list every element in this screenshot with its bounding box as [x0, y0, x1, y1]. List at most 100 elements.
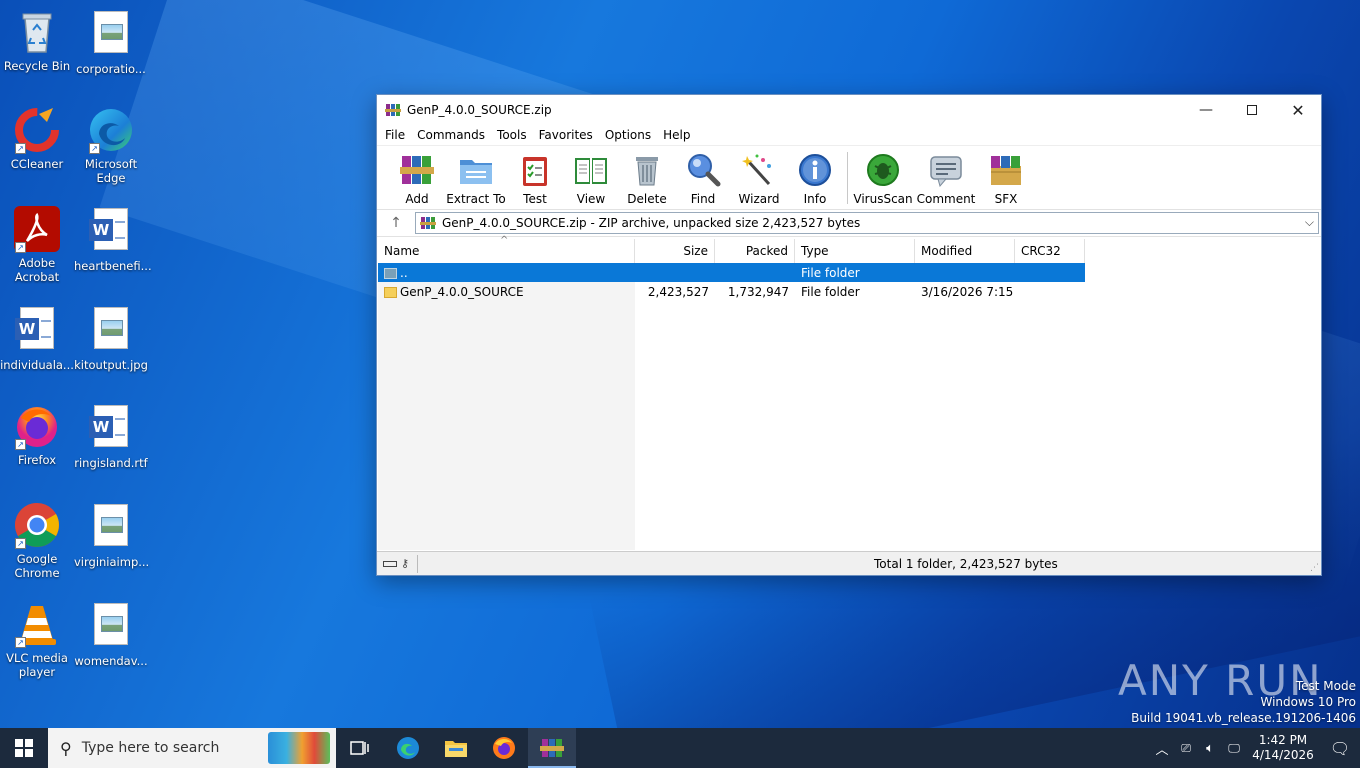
desktop-icon-vlc[interactable]: ↗ VLC media player: [0, 600, 74, 679]
show-hidden-icons-chevron-icon[interactable]: ︿: [1150, 739, 1174, 758]
menu-options[interactable]: Options: [599, 128, 657, 142]
minimize-icon: —: [1199, 102, 1213, 118]
shortcut-arrow-icon: ↗: [15, 538, 26, 549]
column-header-packed[interactable]: Packed: [715, 239, 795, 263]
archive-path-dropdown[interactable]: GenP_4.0.0_SOURCE.zip - ZIP archive, unp…: [415, 212, 1319, 234]
firefox-icon: ↗: [13, 402, 61, 450]
desktop-icon-ccleaner[interactable]: ↗ CCleaner: [0, 106, 74, 171]
find-button[interactable]: Find: [675, 146, 731, 206]
winrar-archive-icon: [420, 216, 436, 230]
parent-folder-icon: [384, 267, 397, 279]
taskbar-firefox[interactable]: [480, 728, 528, 768]
row-modified: 3/16/2026 7:15 ...: [921, 284, 1015, 299]
drive-icon: [383, 560, 397, 567]
desktop-icon-firefox[interactable]: ↗ Firefox: [0, 402, 74, 467]
taskbar-edge[interactable]: [384, 728, 432, 768]
desktop-icon-label: Recycle Bin: [3, 59, 71, 73]
desktop-icon-adobe-acrobat[interactable]: ↗ Adobe Acrobat: [0, 205, 74, 284]
wizard-button[interactable]: Wizard: [731, 146, 787, 206]
desktop-icon-corporatio[interactable]: corporatio...: [74, 8, 148, 76]
windows-logo-icon: [15, 739, 33, 757]
extract-to-button[interactable]: Extract To: [445, 146, 507, 206]
volume-icon[interactable]: 🔈︎: [1198, 741, 1222, 756]
desktop-icon-kitoutput[interactable]: kitoutput.jpg: [74, 304, 148, 372]
table-row[interactable]: GenP_4.0.0_SOURCE 2,423,527 1,732,947 Fi…: [378, 282, 1321, 301]
info-label: Info: [803, 192, 827, 206]
menu-favorites[interactable]: Favorites: [533, 128, 599, 142]
winrar-window[interactable]: GenP_4.0.0_SOURCE.zip — ✕ File Commands …: [376, 94, 1322, 576]
network-icon[interactable]: 🖵︎: [1222, 741, 1246, 756]
file-list[interactable]: Name ^ Size Packed Type Modified CRC32 .…: [378, 235, 1321, 550]
image-file-icon: [87, 603, 135, 651]
test-button[interactable]: Test: [507, 146, 563, 206]
virusscan-button[interactable]: VirusScan: [852, 146, 914, 206]
toolbar-separator: [847, 152, 848, 204]
menu-help[interactable]: Help: [657, 128, 696, 142]
taskbar-file-explorer[interactable]: [432, 728, 480, 768]
archive-path-text: GenP_4.0.0_SOURCE.zip - ZIP archive, unp…: [442, 216, 861, 230]
table-row[interactable]: .. File folder: [378, 263, 1085, 282]
shortcut-arrow-icon: ↗: [89, 143, 100, 154]
file-rows: .. File folder GenP_4.0.0_SOURCE 2,423,5…: [378, 263, 1321, 301]
desktop-icon-individuala[interactable]: W individuala...: [0, 304, 74, 372]
column-header-size[interactable]: Size: [635, 239, 715, 263]
desktop-icon-heartbenefi[interactable]: W heartbenefi...: [74, 205, 152, 273]
comment-button[interactable]: Comment: [914, 146, 978, 206]
taskbar-search-box[interactable]: ⚲ Type here to search: [48, 728, 336, 768]
notification-center-icon[interactable]: 🗨︎: [1320, 739, 1360, 758]
edge-icon: ↗: [87, 106, 135, 154]
column-header-crc32[interactable]: CRC32: [1015, 239, 1085, 263]
desktop-icon-google-chrome[interactable]: ↗ Google Chrome: [0, 501, 74, 580]
title-bar[interactable]: GenP_4.0.0_SOURCE.zip — ✕: [377, 95, 1321, 125]
row-size: 2,423,527: [647, 284, 709, 299]
desktop-icon-label: VLC media player: [6, 651, 68, 679]
column-header-modified[interactable]: Modified: [915, 239, 1015, 263]
minimize-button[interactable]: —: [1183, 95, 1229, 125]
trash-can-icon: [629, 152, 665, 188]
desktop-icon-recycle-bin[interactable]: Recycle Bin: [0, 8, 74, 73]
close-button[interactable]: ✕: [1275, 95, 1321, 125]
folder-icon: [384, 286, 397, 298]
info-button[interactable]: Info: [787, 146, 843, 206]
view-label: View: [576, 192, 606, 206]
status-text: Total 1 folder, 2,423,527 bytes: [874, 556, 1058, 571]
test-label: Test: [523, 192, 547, 206]
taskbar-winrar[interactable]: [528, 728, 576, 768]
column-size-label: Size: [683, 244, 708, 258]
delete-button[interactable]: Delete: [619, 146, 675, 206]
desktop-icon-ringisland[interactable]: W ringisland.rtf: [74, 402, 148, 470]
desktop-icon-label: Adobe Acrobat: [14, 256, 60, 284]
comment-label: Comment: [916, 192, 976, 206]
search-highlight-puzzle-icon: [268, 732, 330, 764]
menu-tools[interactable]: Tools: [491, 128, 533, 142]
desktop-icon-microsoft-edge[interactable]: ↗ Microsoft Edge: [74, 106, 148, 185]
resize-grip-icon[interactable]: ⋰: [1310, 563, 1319, 573]
desktop-icon-label: corporatio...: [76, 62, 146, 76]
image-file-icon: [87, 11, 135, 59]
up-one-level-button[interactable]: ↑: [377, 210, 415, 236]
winrar-icon: [385, 102, 401, 118]
watermark-line-3: Build 19041.vb_release.191206-1406: [1131, 711, 1356, 725]
image-file-icon: [87, 504, 135, 552]
maximize-button[interactable]: [1229, 95, 1275, 125]
start-button[interactable]: [0, 728, 48, 768]
column-header-name[interactable]: Name ^: [378, 235, 635, 263]
view-button[interactable]: View: [563, 146, 619, 206]
taskbar-clock[interactable]: 1:42 PM 4/14/2026: [1246, 733, 1320, 763]
menu-commands[interactable]: Commands: [411, 128, 491, 142]
folder-extract-icon: [458, 152, 494, 188]
column-header-type[interactable]: Type: [795, 239, 915, 263]
menu-file[interactable]: File: [379, 128, 411, 142]
meet-now-icon[interactable]: ⎚: [1174, 741, 1198, 756]
vlc-cone-icon: ↗: [13, 600, 61, 648]
desktop-icon-virginiaimp[interactable]: virginiaimp...: [74, 501, 149, 569]
desktop-icon-womendav[interactable]: womendav...: [74, 600, 148, 668]
sfx-button[interactable]: SFX: [978, 146, 1034, 206]
add-button[interactable]: Add: [389, 146, 445, 206]
wizard-label: Wizard: [738, 192, 780, 206]
add-label: Add: [405, 192, 429, 206]
shortcut-arrow-icon: ↗: [15, 143, 26, 154]
task-view-button[interactable]: [336, 728, 384, 768]
toolbar: Add Extract To Test View Delete Find Wiz…: [377, 145, 1321, 209]
desktop-icon-label: Microsoft Edge: [84, 157, 138, 185]
